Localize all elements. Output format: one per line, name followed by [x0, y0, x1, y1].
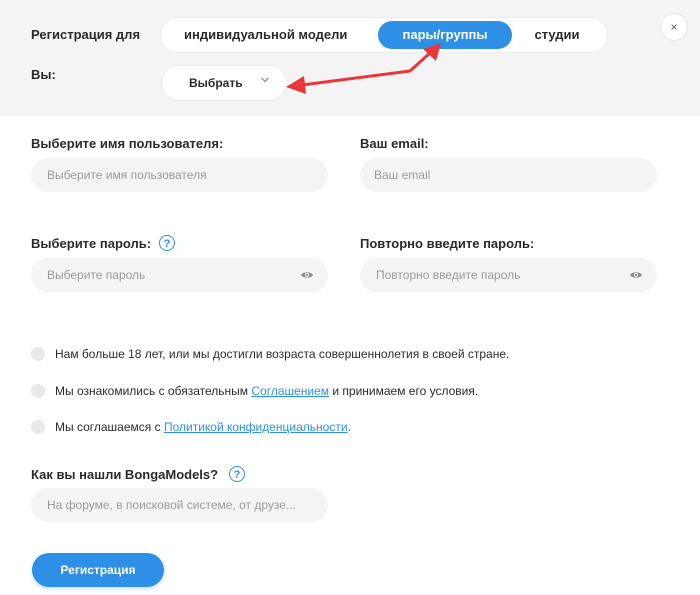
- password-repeat-label: Повторно введите пароль:: [360, 236, 535, 251]
- agreement-text-before: Мы ознакомились с обязательным: [55, 384, 252, 398]
- agreement-link[interactable]: Соглашением: [251, 384, 329, 398]
- you-select-dropdown[interactable]: Выбрать: [162, 66, 286, 100]
- age-consent-text: Нам больше 18 лет, или мы достигли возра…: [55, 347, 510, 361]
- password-label: Выберите пароль:: [31, 236, 152, 251]
- privacy-consent-row: Мы соглашаемся с Политикой конфиденциаль…: [31, 420, 351, 434]
- agreement-text: Мы ознакомились с обязательным Соглашени…: [55, 384, 478, 398]
- register-for-label: Регистрация для: [31, 27, 141, 42]
- you-label: Вы:: [31, 67, 56, 82]
- source-label: Как вы нашли BongaModels?: [31, 467, 219, 482]
- chevron-down-icon: [261, 77, 269, 83]
- password-repeat-placeholder: Повторно введите пароль: [376, 268, 521, 282]
- username-input[interactable]: Выберите имя пользователя: [31, 158, 328, 192]
- close-button[interactable]: ×: [661, 14, 687, 40]
- source-placeholder: На форуме, в поисковой системе, от друзе…: [47, 498, 296, 512]
- tab-studio[interactable]: студии: [522, 21, 592, 49]
- privacy-text: Мы соглашаемся с Политикой конфиденциаль…: [55, 420, 351, 434]
- agreement-consent-row: Мы ознакомились с обязательным Соглашени…: [31, 384, 478, 398]
- email-input[interactable]: Ваш email: [360, 158, 657, 192]
- source-input[interactable]: На форуме, в поисковой системе, от друзе…: [31, 488, 328, 522]
- username-label: Выберите имя пользователя:: [31, 136, 224, 151]
- privacy-text-before: Мы соглашаемся с: [55, 420, 164, 434]
- email-placeholder: Ваш email: [374, 168, 431, 182]
- tab-individual-model[interactable]: индивидуальной модели: [184, 21, 364, 49]
- password-repeat-input[interactable]: Повторно введите пароль: [360, 258, 657, 292]
- close-icon: ×: [670, 20, 678, 34]
- eye-icon[interactable]: [300, 269, 314, 281]
- agreement-text-after: и принимаем его условия.: [329, 384, 479, 398]
- eye-icon[interactable]: [629, 269, 643, 281]
- register-button[interactable]: Регистрация: [32, 553, 164, 587]
- password-input[interactable]: Выберите пароль: [31, 258, 328, 292]
- agreement-consent-checkbox[interactable]: [31, 384, 45, 398]
- username-placeholder: Выберите имя пользователя: [47, 168, 207, 182]
- age-consent-row: Нам больше 18 лет, или мы достигли возра…: [31, 347, 509, 361]
- select-value: Выбрать: [189, 76, 243, 90]
- privacy-text-after: .: [347, 420, 351, 434]
- email-label: Ваш email:: [360, 136, 429, 151]
- registration-type-tabs: индивидуальной модели пары/группы студии: [161, 18, 607, 52]
- source-help-icon[interactable]: ?: [229, 466, 245, 482]
- password-placeholder: Выберите пароль: [47, 268, 146, 282]
- privacy-consent-checkbox[interactable]: [31, 420, 45, 434]
- privacy-policy-link[interactable]: Политикой конфиденциальности: [164, 420, 348, 434]
- password-help-icon[interactable]: ?: [159, 235, 175, 251]
- age-consent-checkbox[interactable]: [31, 347, 45, 361]
- tab-couple-group[interactable]: пары/группы: [378, 21, 512, 49]
